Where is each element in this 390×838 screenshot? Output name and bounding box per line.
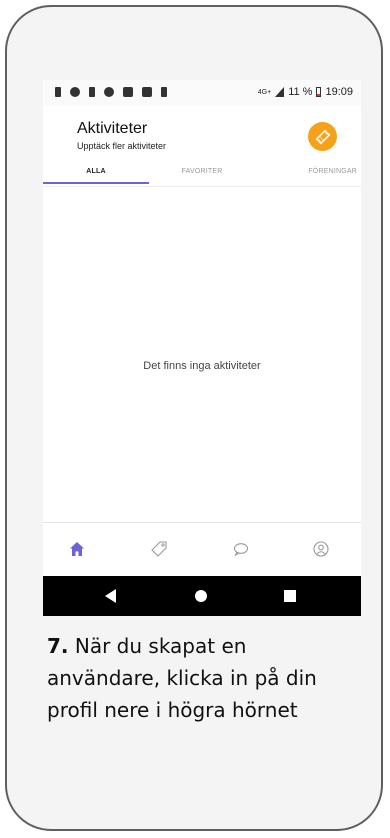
empty-state-message: Det finns inga aktiviteter [143, 360, 261, 372]
instruction-text: När du skapat en användare, klicka in på… [47, 634, 317, 722]
home-button-icon[interactable] [195, 590, 207, 602]
page-subtitle: Upptäck fler aktiviteter [77, 141, 167, 151]
phone-screen: 4G+ 11 % 19:09 Aktiviteter Upptäck fler … [43, 80, 361, 616]
profile-icon [313, 541, 329, 557]
notification-icon [55, 87, 61, 97]
notification-icons [55, 87, 167, 97]
nav-messages[interactable] [229, 537, 253, 561]
notification-icon [70, 87, 80, 97]
notification-icon [123, 87, 133, 97]
back-icon[interactable] [105, 589, 116, 603]
signal-icon [275, 87, 285, 97]
ticket-button[interactable] [308, 122, 337, 151]
step-number: 7. [47, 634, 69, 658]
chat-icon [233, 543, 249, 557]
page-title: Aktiviteter [77, 120, 148, 137]
instruction-caption: 7. När du skapat en användare, klicka in… [47, 630, 347, 726]
home-icon [70, 542, 84, 556]
battery-icon [316, 87, 322, 97]
nav-home[interactable] [65, 537, 89, 561]
battery-level: 11 % [288, 86, 313, 98]
tab-associations[interactable]: FÖRENINGAR [255, 158, 361, 186]
network-type: 4G+ [257, 88, 272, 96]
recents-icon[interactable] [284, 590, 296, 602]
nav-profile[interactable] [309, 537, 333, 561]
android-navigation-bar [43, 576, 361, 616]
bottom-navigation [43, 522, 361, 575]
status-right: 4G+ 11 % 19:09 [258, 86, 353, 98]
app-header: Aktiviteter Upptäck fler aktiviteter [43, 106, 361, 158]
active-tab-indicator [43, 182, 149, 184]
usb-icon [161, 87, 167, 97]
ticket-icon [315, 129, 330, 144]
clock: 19:09 [325, 86, 353, 98]
notification-icon [89, 87, 95, 97]
tab-bar: ALLA FAVORITER FÖRENINGAR [43, 158, 361, 187]
tag-icon [151, 541, 167, 557]
nav-tags[interactable] [147, 537, 171, 561]
status-bar: 4G+ 11 % 19:09 [43, 80, 361, 106]
notification-icon [104, 87, 114, 97]
image-icon [142, 87, 152, 97]
tab-favorites[interactable]: FAVORITER [149, 158, 255, 186]
